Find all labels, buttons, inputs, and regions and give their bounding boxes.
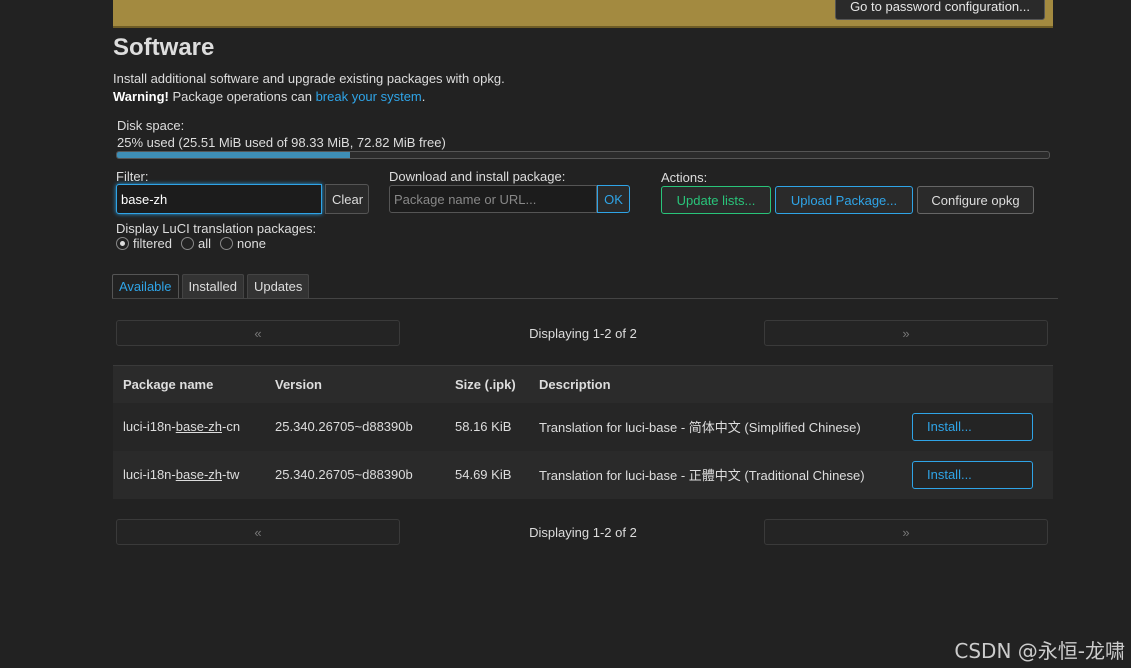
watermark: CSDN @永恒-龙啸 <box>954 639 1125 663</box>
password-config-button[interactable]: Go to password configuration... <box>835 0 1045 20</box>
package-tabs: Available Installed Updates <box>112 274 312 299</box>
tab-updates[interactable]: Updates <box>246 274 310 299</box>
package-name-prefix: luci-i18n- <box>123 419 176 434</box>
package-name-cell: luci-i18n-base-zh-cn <box>113 403 265 451</box>
configure-opkg-button[interactable]: Configure opkg <box>917 186 1034 214</box>
table-row: luci-i18n-base-zh-cn 25.340.26705~d88390… <box>113 402 1053 451</box>
package-name-match: base-zh <box>175 419 222 434</box>
translation-label: Display LuCI translation packages: <box>116 221 317 236</box>
filter-label: Filter: <box>116 169 149 184</box>
disk-space-fill <box>117 152 350 158</box>
package-name-match: base-zh <box>175 467 222 482</box>
pager-text-top: Displaying 1-2 of 2 <box>529 326 637 341</box>
radio-all[interactable]: all <box>181 236 211 251</box>
package-name-prefix: luci-i18n- <box>123 467 176 482</box>
pager-prev-bottom[interactable]: « <box>116 519 400 545</box>
pager-next-bottom[interactable]: » <box>764 519 1048 545</box>
radio-all-label: all <box>198 236 212 251</box>
pager-text-bottom: Displaying 1-2 of 2 <box>529 525 637 540</box>
package-name-suffix: -tw <box>222 467 240 482</box>
header-description: Description <box>539 376 611 392</box>
size-cell: 58.16 KiB <box>455 419 512 434</box>
tab-installed[interactable]: Installed <box>181 274 244 299</box>
package-table: Package name Version Size (.ipk) Descrip… <box>113 365 1053 499</box>
ok-button[interactable]: OK <box>597 185 630 213</box>
description-cell: Translation for luci-base - 正體中文 (Tradit… <box>539 468 865 483</box>
disk-space-label: Disk space: <box>117 118 185 133</box>
disk-space-text: 25% used (25.51 MiB used of 98.33 MiB, 7… <box>117 135 446 150</box>
radio-filtered-icon[interactable] <box>116 237 129 250</box>
warning-body: Package operations can <box>168 89 316 104</box>
upload-package-button[interactable]: Upload Package... <box>775 186 913 214</box>
tab-available[interactable]: Available <box>112 274 179 299</box>
warning-label: Warning! <box>113 89 169 104</box>
radio-none[interactable]: none <box>220 236 266 251</box>
action-cell: Install... <box>902 451 1053 499</box>
disk-space-bar <box>116 151 1050 159</box>
header-action <box>902 366 1053 403</box>
warning-end: . <box>421 89 426 104</box>
actions-label: Actions: <box>661 170 708 185</box>
description-cell: Translation for luci-base - 简体中文 (Simpli… <box>539 420 861 435</box>
table-row: luci-i18n-base-zh-tw 25.340.26705~d88390… <box>113 450 1053 499</box>
radio-none-icon[interactable] <box>220 237 234 250</box>
warning-text: Warning! Package operations can break yo… <box>113 89 425 104</box>
clear-button[interactable]: Clear <box>325 184 369 214</box>
radio-none-label: none <box>237 236 266 251</box>
radio-filtered-label: filtered <box>133 236 173 251</box>
header-size: Size (.ipk) <box>455 376 516 392</box>
notice-banner: Go to password configuration... <box>113 0 1053 28</box>
filter-input[interactable] <box>116 184 322 214</box>
radio-filtered[interactable]: filtered <box>116 236 172 251</box>
package-name-suffix: -cn <box>222 419 241 434</box>
package-name-cell: luci-i18n-base-zh-tw <box>113 451 265 499</box>
package-url-input[interactable] <box>389 185 597 213</box>
size-cell: 54.69 KiB <box>455 467 512 482</box>
radio-all-icon[interactable] <box>181 237 195 250</box>
install-button[interactable]: Install... <box>912 460 1033 489</box>
header-version: Version <box>275 376 322 392</box>
break-system-link[interactable]: break your system <box>316 89 422 104</box>
version-cell: 25.340.26705~d88390b <box>275 419 413 434</box>
version-cell: 25.340.26705~d88390b <box>275 467 413 482</box>
table-header-row: Package name Version Size (.ipk) Descrip… <box>113 365 1053 403</box>
update-lists-button[interactable]: Update lists... <box>661 186 771 214</box>
tab-divider <box>112 298 1058 299</box>
install-button[interactable]: Install... <box>912 412 1033 441</box>
action-cell: Install... <box>902 403 1053 451</box>
page-description: Install additional software and upgrade … <box>113 71 505 86</box>
pager-prev-top[interactable]: « <box>116 320 400 346</box>
header-package-name: Package name <box>123 376 214 392</box>
download-label: Download and install package: <box>389 169 566 184</box>
translation-radio-group: filtered all none <box>116 236 275 251</box>
pager-next-top[interactable]: » <box>764 320 1048 346</box>
page-title: Software <box>113 34 215 61</box>
